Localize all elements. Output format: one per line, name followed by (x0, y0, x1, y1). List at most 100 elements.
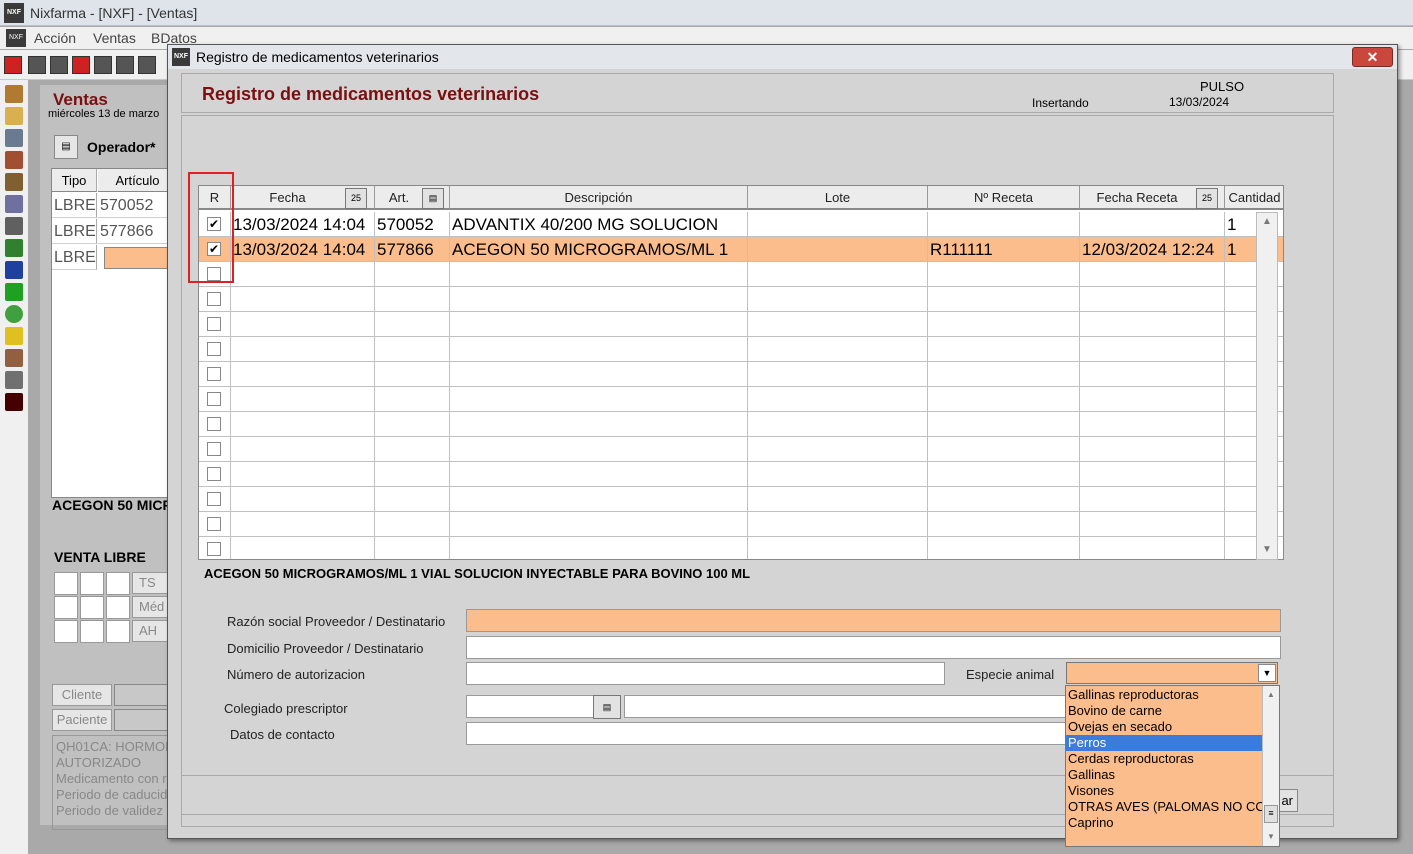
cell-lote[interactable] (748, 337, 928, 362)
cell-art[interactable] (375, 262, 450, 287)
contacto-field[interactable] (466, 722, 1066, 745)
autorizacion-field[interactable] (466, 662, 945, 685)
domicilio-field[interactable] (466, 636, 1281, 659)
toolbar-icon-4[interactable] (72, 56, 90, 74)
empty-slot[interactable] (80, 596, 104, 619)
cell-lote[interactable] (748, 462, 928, 487)
col-articulo[interactable]: Artículo (98, 169, 178, 192)
cell-lote[interactable] (748, 412, 928, 437)
cell-lote[interactable] (748, 237, 928, 262)
toolbar-icon-5[interactable] (94, 56, 112, 74)
col-lote[interactable]: Lote (748, 186, 928, 210)
scroll-down-icon[interactable]: ▼ (1263, 828, 1279, 846)
people-icon[interactable] (5, 349, 23, 367)
cell-fecha-receta[interactable] (1080, 537, 1225, 559)
ventas-cell[interactable]: 570052 (98, 193, 177, 218)
cell-fecha-receta[interactable] (1080, 387, 1225, 412)
med-button[interactable]: Méd (132, 596, 172, 618)
r-checkbox[interactable] (207, 492, 221, 506)
cell-fecha-receta[interactable] (1080, 262, 1225, 287)
especie-option[interactable]: Ovejas en secado (1066, 719, 1262, 735)
cell-art[interactable] (375, 362, 450, 387)
cell-receta[interactable] (928, 512, 1080, 537)
cell-art[interactable] (375, 512, 450, 537)
cell-lote[interactable] (748, 487, 928, 512)
cell-descripcion[interactable]: ADVANTIX 40/200 MG SOLUCION (450, 212, 748, 237)
basket-icon[interactable] (5, 151, 23, 169)
toolbar-icon-1[interactable] (4, 56, 22, 74)
cell-descripcion[interactable] (450, 412, 748, 437)
cell-fecha[interactable] (231, 262, 375, 287)
chevron-down-icon[interactable]: ▼ (1258, 664, 1276, 682)
cell-descripcion[interactable] (450, 437, 748, 462)
cell-lote[interactable] (748, 387, 928, 412)
cell-fecha[interactable] (231, 537, 375, 559)
cell-art[interactable] (375, 287, 450, 312)
razon-field[interactable] (466, 609, 1281, 632)
col-cantidad[interactable]: Cantidad (1225, 186, 1283, 210)
hourglass-icon[interactable] (80, 572, 104, 595)
cell-art[interactable] (375, 462, 450, 487)
list-scrollbar[interactable]: ▲ ≡ ▼ (1262, 686, 1279, 846)
col-descripcion[interactable]: Descripción (450, 186, 748, 210)
colegiado-field[interactable] (466, 695, 594, 718)
scroll-thumb[interactable]: ≡ (1264, 805, 1278, 823)
cell-fecha[interactable] (231, 487, 375, 512)
lookup-icon[interactable]: ▤ (422, 188, 444, 209)
grid-row[interactable] (199, 462, 1283, 487)
grid-row[interactable]: ✔ 13/03/2024 14:04 570052 ADVANTIX 40/200 M… (199, 212, 1283, 237)
operador-lookup-button[interactable]: ▤ (54, 135, 78, 159)
cell-lote[interactable] (748, 287, 928, 312)
cell-receta[interactable] (928, 337, 1080, 362)
refresh-icon[interactable] (5, 305, 23, 323)
cell-receta[interactable] (928, 487, 1080, 512)
especie-option[interactable]: Cerdas reproductoras (1066, 751, 1262, 767)
menu-accion[interactable]: Acción (34, 30, 76, 46)
grid-row[interactable]: ✔ 13/03/2024 14:04 577866 ACEGON 50 MICROGR… (199, 237, 1283, 262)
ventas-cell[interactable]: LBRE (52, 193, 97, 218)
calendar-icon[interactable]: 25 (345, 188, 367, 209)
cell-receta[interactable] (928, 462, 1080, 487)
cell-fecha-receta[interactable] (1080, 437, 1225, 462)
cell-fecha-receta[interactable] (1080, 487, 1225, 512)
cell-receta[interactable] (928, 412, 1080, 437)
col-tipo[interactable]: Tipo (52, 169, 97, 192)
grid-row[interactable] (199, 262, 1283, 287)
grid-row[interactable] (199, 362, 1283, 387)
cell-art[interactable] (375, 487, 450, 512)
grid-row[interactable] (199, 387, 1283, 412)
cell-descripcion[interactable] (450, 487, 748, 512)
cell-fecha-receta[interactable]: 12/03/2024 12:24 (1080, 237, 1225, 262)
empty-slot[interactable] (106, 620, 130, 643)
empty-slot[interactable] (106, 596, 130, 619)
empty-slot[interactable] (106, 572, 130, 595)
cell-descripcion[interactable] (450, 312, 748, 337)
cell-receta[interactable] (928, 287, 1080, 312)
ventas-cell[interactable]: LBRE (52, 219, 97, 244)
cell-lote[interactable] (748, 362, 928, 387)
cell-fecha[interactable] (231, 412, 375, 437)
cell-art[interactable] (375, 537, 450, 559)
r-checkbox[interactable] (207, 317, 221, 331)
cell-lote[interactable] (748, 262, 928, 287)
box-icon[interactable] (5, 85, 23, 103)
factory-icon[interactable] (5, 173, 23, 191)
r-checkbox[interactable] (207, 417, 221, 431)
ventas-cell[interactable]: LBRE (52, 245, 97, 270)
cell-fecha[interactable] (231, 437, 375, 462)
cell-descripcion[interactable] (450, 387, 748, 412)
grid-row[interactable] (199, 537, 1283, 559)
cell-fecha[interactable] (231, 362, 375, 387)
cell-fecha[interactable]: 13/03/2024 14:04 (231, 212, 375, 237)
cell-descripcion[interactable] (450, 337, 748, 362)
lookup-icon[interactable]: ▤ (593, 695, 621, 719)
ah-button[interactable]: AH (132, 620, 172, 642)
cell-descripcion[interactable] (450, 512, 748, 537)
cell-descripcion[interactable] (450, 287, 748, 312)
cell-art[interactable] (375, 312, 450, 337)
especie-option[interactable]: Visones (1066, 783, 1262, 799)
r-checkbox[interactable] (207, 442, 221, 456)
cell-fecha[interactable] (231, 337, 375, 362)
cell-fecha-receta[interactable] (1080, 212, 1225, 237)
users-icon[interactable] (5, 217, 23, 235)
